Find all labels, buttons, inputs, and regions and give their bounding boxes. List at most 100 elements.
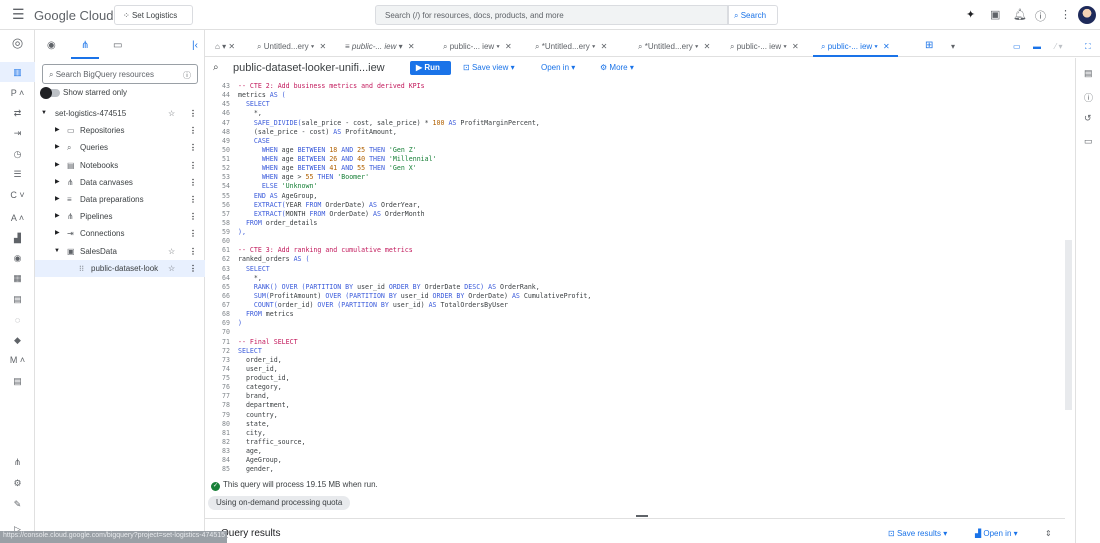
more-icon[interactable]: ⋮ [189,122,197,139]
list-icon[interactable]: ▤ [0,376,35,387]
code-line[interactable]: 53 WHEN age > 55 THEN 'Boomer' [205,173,1065,182]
expand-arrow-icon[interactable]: ▶ [55,208,60,225]
cloud-shell-icon[interactable]: ▣ [990,8,1000,21]
sql-editor[interactable]: 43 -- CTE 2: Add business metrics and der… [205,82,1065,475]
tree-node-data-canvases[interactable]: ▶ ⋔ Data canvases ⋮ [35,174,205,191]
close-icon[interactable]: ✕ [408,42,415,51]
rail-section-a[interactable]: A ˄ [0,213,35,223]
tab-query-7[interactable]: ⌕ public-... iew ▾ ✕ [813,37,898,57]
code-line[interactable]: 77 brand, [205,392,1065,401]
code-line[interactable]: 64 *, [205,274,1065,283]
new-tab-button[interactable]: ⊞ [925,37,933,57]
schema-icon[interactable]: ▤ [1084,68,1093,79]
tab-query-3[interactable]: ⌕ public-... iew ▾ ✕ [443,37,512,57]
code-line[interactable]: 60 [205,237,1065,246]
code-line[interactable]: 76 category, [205,383,1065,392]
more-icon[interactable]: ⋮ [189,260,197,277]
gemini-icon[interactable]: ✦ [966,8,975,21]
release-notes-icon[interactable]: ✎ [0,499,35,510]
close-icon[interactable]: ✕ [792,42,799,51]
menu-icon[interactable]: ☰ [12,6,25,23]
code-line[interactable]: 72 SELECT [205,347,1065,356]
expand-arrow-icon[interactable]: ▼ [41,105,47,122]
code-line[interactable]: 48 (sale_price - cost) AS ProfitAmount, [205,128,1065,137]
more-button[interactable]: ⚙ More ▾ [600,63,634,72]
tree-node-notebooks[interactable]: ▶ ▤ Notebooks ⋮ [35,157,205,174]
tab-menu-chevron-icon[interactable]: ▾ [951,37,955,57]
search-button[interactable]: ⌕ Search [728,5,778,25]
code-line[interactable]: 78 department, [205,401,1065,410]
code-line[interactable]: 69) [205,319,1065,328]
more-icon[interactable]: ⋮ [189,208,197,225]
code-line[interactable]: 59), [205,228,1065,237]
tree-node-data-preparations[interactable]: ▶ ≡ Data preparations ⋮ [35,191,205,208]
explorer-icon[interactable]: ▥ [0,62,35,82]
google-cloud-logo[interactable]: Google Cloud [34,8,114,23]
comments-icon[interactable]: ▭ [1084,136,1093,147]
quota-chip[interactable]: Using on-demand processing quota [208,496,351,510]
table-icon[interactable]: ▤ [0,294,35,305]
code-line[interactable]: 62 ranked_orders AS ( [205,255,1065,264]
tab-query-4[interactable]: ⌕ *Untitled...ery ▾ ✕ [535,37,607,57]
code-line[interactable]: 82 traffic_source, [205,438,1065,447]
tree-node-pipelines[interactable]: ▶ ⋔ Pipelines ⋮ [35,208,205,225]
analytics-icon[interactable]: ▟ [0,233,35,244]
project-picker[interactable]: ⁘ Set Logistics [114,5,193,25]
code-line[interactable]: 74 user_id, [205,365,1065,374]
info-icon[interactable]: ⓘ [1084,91,1093,104]
tree-node-table[interactable]: ⁝⁝ public-dataset-look ☆ ⋮ [35,259,205,277]
toggle-switch[interactable] [40,86,60,99]
code-line[interactable]: 58 FROM order_details [205,219,1065,228]
code-line[interactable]: 68 FROM metrics [205,310,1065,319]
code-line[interactable]: 61 -- CTE 3: Add ranking and cumulative m… [205,246,1065,255]
code-line[interactable]: 44 metrics AS ( [205,91,1065,100]
help-icon[interactable]: ⓘ [1035,8,1046,24]
transfers-icon[interactable]: ⇄ [0,108,35,119]
code-line[interactable]: 80 state, [205,420,1065,429]
tab-query-6[interactable]: ⌕ public-... iew ▾ ✕ [730,37,799,57]
help-icon[interactable]: ⓘ [183,70,191,81]
expand-arrow-icon[interactable]: ▶ [55,174,60,191]
code-line[interactable]: 81 city, [205,429,1065,438]
close-icon[interactable]: ✕ [505,42,512,51]
settings-icon[interactable]: ⚙ [0,478,35,489]
rail-section-c[interactable]: C ˅ [0,190,35,200]
tree-node-repositories[interactable]: ▶ ▭ Repositories ⋮ [35,122,205,139]
search-input[interactable]: Search (/) for resources, docs, products… [375,5,728,25]
star-icon[interactable]: ☆ [168,105,175,122]
code-line[interactable]: 43 -- CTE 2: Add business metrics and der… [205,82,1065,91]
more-icon[interactable]: ⋮ [189,174,197,191]
code-line[interactable]: 65 RANK() OVER (PARTITION BY user_id ORD… [205,283,1065,292]
rail-section-p[interactable]: P ˄ [0,88,35,98]
close-icon[interactable]: ✕ [601,42,608,51]
code-line[interactable]: 73 order_id, [205,356,1065,365]
code-line[interactable]: 51 WHEN age BETWEEN 26 AND 40 THEN 'Mill… [205,155,1065,164]
results-open-in-button[interactable]: ▟ Open in ▾ [975,529,1018,538]
filter-icon[interactable]: ☰ [0,169,35,180]
code-line[interactable]: 57 EXTRACT(MONTH FROM OrderDate) AS Orde… [205,210,1065,219]
code-line[interactable]: 52 WHEN age BETWEEN 41 AND 55 THEN 'Gen … [205,164,1065,173]
more-options-icon[interactable]: ⋮ [1060,8,1071,21]
tree-node-project[interactable]: ▼ set-logistics-474515 ☆ ⋮ [35,105,205,122]
code-line[interactable]: 66 SUM(ProfitAmount) OVER (PARTITION BY … [205,292,1065,301]
history-icon[interactable]: ◷ [0,149,35,160]
tab-query-2[interactable]: ≡ public-... iew ▾ ✕ [345,37,415,57]
more-icon[interactable]: ⋮ [189,243,197,260]
close-icon[interactable]: ✕ [704,42,711,51]
close-icon[interactable]: ✕ [228,42,235,51]
run-button[interactable]: ▶ Run [410,61,451,75]
save-view-button[interactable]: ⊡ Save view ▾ [463,63,515,72]
expand-arrow-icon[interactable]: ▶ [55,225,60,242]
code-line[interactable]: 70 [205,328,1065,337]
resize-handle[interactable] [636,515,648,517]
code-line[interactable]: 50 WHEN age BETWEEN 18 AND 25 THEN 'Gen … [205,146,1065,155]
avatar[interactable] [1078,6,1096,24]
code-line[interactable]: 85 gender, [205,465,1065,474]
show-starred-toggle[interactable]: Show starred only [40,86,127,99]
tree-node-queries[interactable]: ▶ ⌕ Queries ⋮ [35,139,205,156]
code-line[interactable]: 45 SELECT [205,100,1065,109]
more-icon[interactable]: ⋮ [189,139,197,156]
more-icon[interactable]: ⋮ [189,157,197,174]
close-icon[interactable]: ✕ [883,42,890,51]
expand-arrow-icon[interactable]: ▶ [55,191,60,208]
